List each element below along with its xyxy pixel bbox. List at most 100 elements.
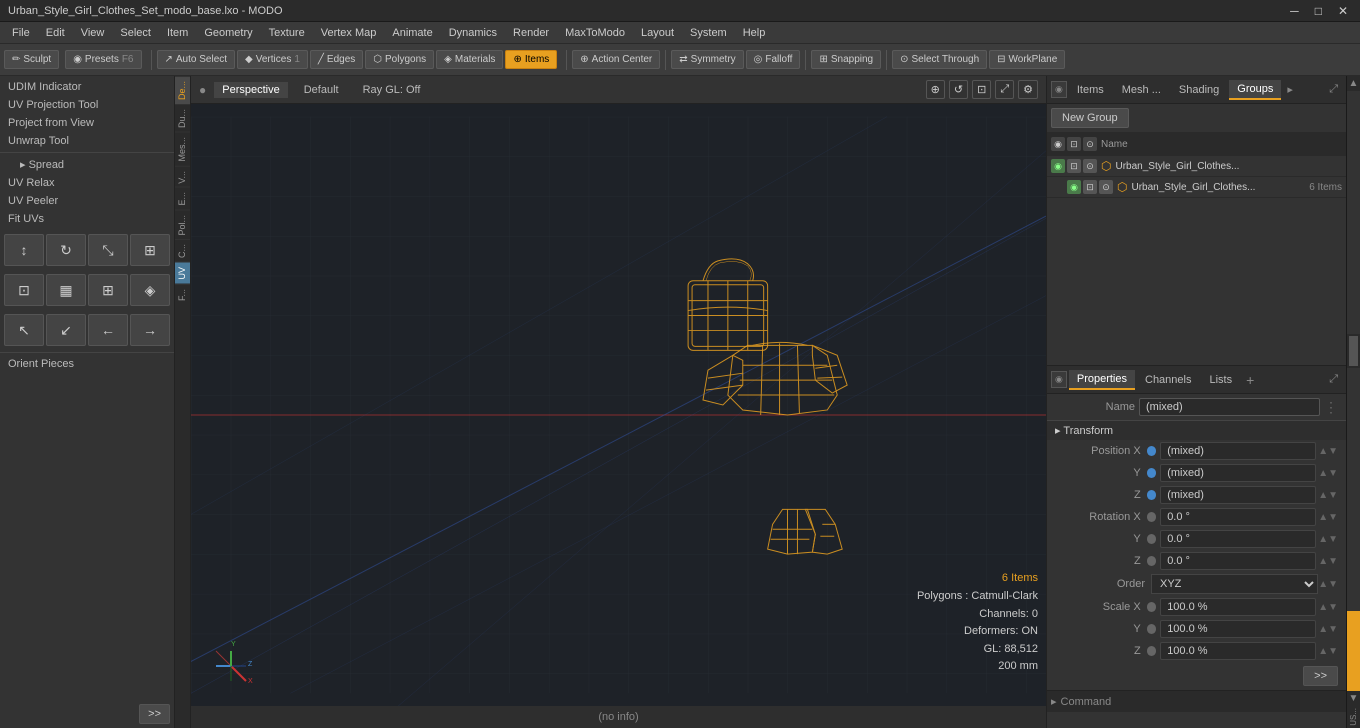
- menu-view[interactable]: View: [73, 25, 113, 41]
- scale-x-arrow-up[interactable]: ▲: [1318, 602, 1328, 613]
- menu-help[interactable]: Help: [735, 25, 774, 41]
- close-button[interactable]: ✕: [1334, 4, 1352, 18]
- rotation-y-input[interactable]: [1160, 530, 1316, 548]
- position-y-dot[interactable]: [1147, 468, 1157, 478]
- action-center-button[interactable]: ⊕ Action Center: [572, 50, 660, 69]
- transform-header[interactable]: ▸ Transform: [1047, 420, 1346, 440]
- position-z-input[interactable]: [1160, 486, 1316, 504]
- order-arrow-up[interactable]: ▲: [1318, 579, 1328, 590]
- scale-x-dot[interactable]: [1147, 602, 1157, 612]
- menu-maxtomodo[interactable]: MaxToModo: [557, 25, 633, 41]
- menu-item[interactable]: Item: [159, 25, 196, 41]
- item-row-layer2[interactable]: ◉ ⊡ ⊙ ⬡ Urban_Style_Girl_Clothes... 6 It…: [1047, 177, 1346, 198]
- panel-tab-arrow[interactable]: ▸: [1283, 83, 1297, 96]
- position-y-arrow-down[interactable]: ▼: [1328, 468, 1338, 479]
- side-tab-v[interactable]: V...: [175, 166, 190, 188]
- edges-button[interactable]: ╱ Edges: [310, 50, 363, 69]
- sculpt-button[interactable]: ✏ Sculpt: [4, 50, 59, 69]
- name-three-dot[interactable]: ⋮: [1324, 399, 1338, 416]
- menu-edit[interactable]: Edit: [38, 25, 73, 41]
- rotation-z-arrow-down[interactable]: ▼: [1328, 556, 1338, 567]
- props-execute-btn[interactable]: >>: [1303, 666, 1338, 686]
- item-eye-icon-2[interactable]: ◉: [1067, 180, 1081, 194]
- viewport-settings-btn[interactable]: ⚙: [1018, 80, 1038, 99]
- fit-uvs-tool[interactable]: Fit UVs: [0, 210, 174, 228]
- menu-texture[interactable]: Texture: [261, 25, 313, 41]
- side-tab-pol[interactable]: Pol...: [175, 210, 190, 240]
- lists-tab[interactable]: Lists: [1201, 371, 1240, 389]
- menu-vertexmap[interactable]: Vertex Map: [313, 25, 385, 41]
- rotation-y-arrow-down[interactable]: ▼: [1328, 534, 1338, 545]
- rotation-x-input[interactable]: [1160, 508, 1316, 526]
- scrollbar-up-btn[interactable]: ▲: [1347, 76, 1360, 91]
- rotation-x-arrow-down[interactable]: ▼: [1328, 512, 1338, 523]
- scale-x-input[interactable]: [1160, 598, 1316, 616]
- side-tab-du[interactable]: Du...: [175, 104, 190, 132]
- position-z-arrow-up[interactable]: ▲: [1318, 490, 1328, 501]
- menu-animate[interactable]: Animate: [384, 25, 440, 41]
- items-tab[interactable]: Items: [1069, 81, 1112, 99]
- command-input[interactable]: [1115, 696, 1342, 708]
- scale-y-input[interactable]: [1160, 620, 1316, 638]
- channels-tab[interactable]: Channels: [1137, 371, 1199, 389]
- order-arrow-down[interactable]: ▼: [1328, 579, 1338, 590]
- add-channel-btn[interactable]: +: [1242, 372, 1258, 388]
- scale-z-arrow-down[interactable]: ▼: [1328, 646, 1338, 657]
- viewport-fit-btn[interactable]: ⊡: [972, 80, 991, 99]
- item-render-icon-2[interactable]: ⊙: [1099, 180, 1113, 194]
- groups-tab[interactable]: Groups: [1229, 80, 1281, 100]
- scrollbar-down-btn[interactable]: ▼: [1347, 691, 1360, 706]
- uv-projection-tool[interactable]: UV Projection Tool: [0, 96, 174, 114]
- tool-arrow-up-left[interactable]: ↖: [4, 314, 44, 346]
- workplane-button[interactable]: ⊟ WorkPlane: [989, 50, 1065, 69]
- tool-arrow-down-left[interactable]: ↙: [46, 314, 86, 346]
- tool-scale-button[interactable]: ⤡: [88, 234, 128, 266]
- position-x-arrow-up[interactable]: ▲: [1318, 446, 1328, 457]
- side-tab-e[interactable]: E...: [175, 187, 190, 210]
- udim-indicator-tool[interactable]: UDIM Indicator: [0, 78, 174, 96]
- props-collapse-btn[interactable]: ◉: [1051, 371, 1067, 388]
- position-z-dot[interactable]: [1147, 490, 1157, 500]
- item-lock-icon-2[interactable]: ⊡: [1083, 180, 1097, 194]
- side-tab-de[interactable]: De...: [175, 76, 190, 104]
- position-z-arrow-down[interactable]: ▼: [1328, 490, 1338, 501]
- side-tab-c[interactable]: C...: [175, 239, 190, 262]
- shading-tab[interactable]: Shading: [1171, 81, 1227, 99]
- rotation-x-arrow-up[interactable]: ▲: [1318, 512, 1328, 523]
- menu-select[interactable]: Select: [112, 25, 159, 41]
- items-button[interactable]: ⊕ Items: [505, 50, 557, 69]
- maximize-button[interactable]: □: [1311, 4, 1326, 18]
- symmetry-button[interactable]: ⇄ Symmetry: [671, 50, 743, 69]
- panel-collapse-btn[interactable]: ◉: [1051, 81, 1067, 98]
- item-render-icon[interactable]: ⊙: [1083, 159, 1097, 173]
- menu-file[interactable]: File: [4, 25, 38, 41]
- props-expand-btn[interactable]: ⤢: [1325, 373, 1342, 386]
- auto-select-button[interactable]: ↗ Auto Select: [157, 50, 236, 69]
- perspective-tab[interactable]: Perspective: [214, 82, 287, 98]
- select-through-button[interactable]: ⊙ Select Through: [892, 50, 987, 69]
- polygons-button[interactable]: ⬡ Polygons: [365, 50, 434, 69]
- order-select[interactable]: XYZ XZY YXZ YZX ZXY ZYX: [1151, 574, 1318, 594]
- scale-z-input[interactable]: [1160, 642, 1316, 660]
- menu-system[interactable]: System: [682, 25, 735, 41]
- position-x-input[interactable]: [1160, 442, 1316, 460]
- menu-dynamics[interactable]: Dynamics: [441, 25, 505, 41]
- orange-accent-bar[interactable]: [1347, 611, 1360, 691]
- panel-expand-btn[interactable]: ⤢: [1325, 83, 1342, 96]
- menu-geometry[interactable]: Geometry: [196, 25, 260, 41]
- tool-transform-button[interactable]: ⊞: [130, 234, 170, 266]
- minimize-button[interactable]: ─: [1286, 4, 1303, 18]
- rotation-y-dot[interactable]: [1147, 534, 1157, 544]
- uv-relax-tool[interactable]: UV Relax: [0, 174, 174, 192]
- tool-uv-pin-button[interactable]: ⊞: [88, 274, 128, 306]
- position-y-input[interactable]: [1160, 464, 1316, 482]
- rotation-z-arrow-up[interactable]: ▲: [1318, 556, 1328, 567]
- scale-z-arrow-up[interactable]: ▲: [1318, 646, 1328, 657]
- vertices-button[interactable]: ◆ Vertices 1: [237, 50, 308, 69]
- item-row-layer1[interactable]: ◉ ⊡ ⊙ ⬡ Urban_Style_Girl_Clothes...: [1047, 156, 1346, 177]
- snapping-button[interactable]: ⊞ Snapping: [811, 50, 881, 69]
- tool-rotate-button[interactable]: ↻: [46, 234, 86, 266]
- item-eye-icon[interactable]: ◉: [1051, 159, 1065, 173]
- tool-arrow-right[interactable]: →: [130, 314, 170, 346]
- expand-left-btn[interactable]: >>: [139, 704, 170, 724]
